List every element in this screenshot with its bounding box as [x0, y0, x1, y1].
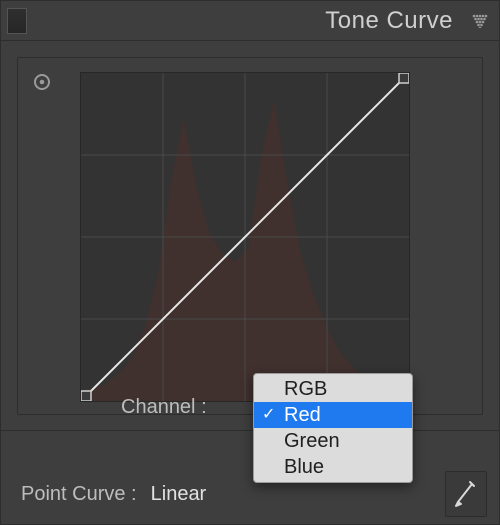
panel-title: Tone Curve [325, 7, 453, 35]
panel-swatch[interactable] [7, 8, 27, 34]
targeted-adjust-icon[interactable] [32, 72, 52, 92]
channel-label: Channel [121, 396, 215, 419]
tone-curve-panel: Tone Curve [0, 0, 500, 525]
channel-option-rgb[interactable]: RGB [254, 376, 412, 402]
point-curve-label-text: Point Curve [21, 483, 126, 505]
point-curve-value[interactable]: Linear [151, 483, 207, 506]
channel-option-blue[interactable]: Blue [254, 454, 412, 480]
tone-curve-line[interactable] [81, 73, 409, 401]
channel-option-green[interactable]: Green [254, 428, 412, 454]
point-curve-label: Point Curve : [21, 483, 145, 506]
edit-point-curve-button[interactable] [445, 471, 487, 517]
channel-row: Channel [1, 385, 499, 431]
tone-curve-plot[interactable] [80, 72, 410, 402]
point-curve-row: Point Curve : Linear [1, 464, 499, 524]
pencil-icon [453, 479, 479, 509]
panel-header: Tone Curve [1, 1, 499, 41]
panel-menu-icon[interactable] [471, 12, 489, 30]
curve-endpoint[interactable] [399, 73, 409, 83]
tone-curve-graph-area [17, 57, 483, 415]
channel-dropdown[interactable]: RGBRedGreenBlue [253, 373, 413, 483]
channel-option-red[interactable]: Red [254, 402, 412, 428]
